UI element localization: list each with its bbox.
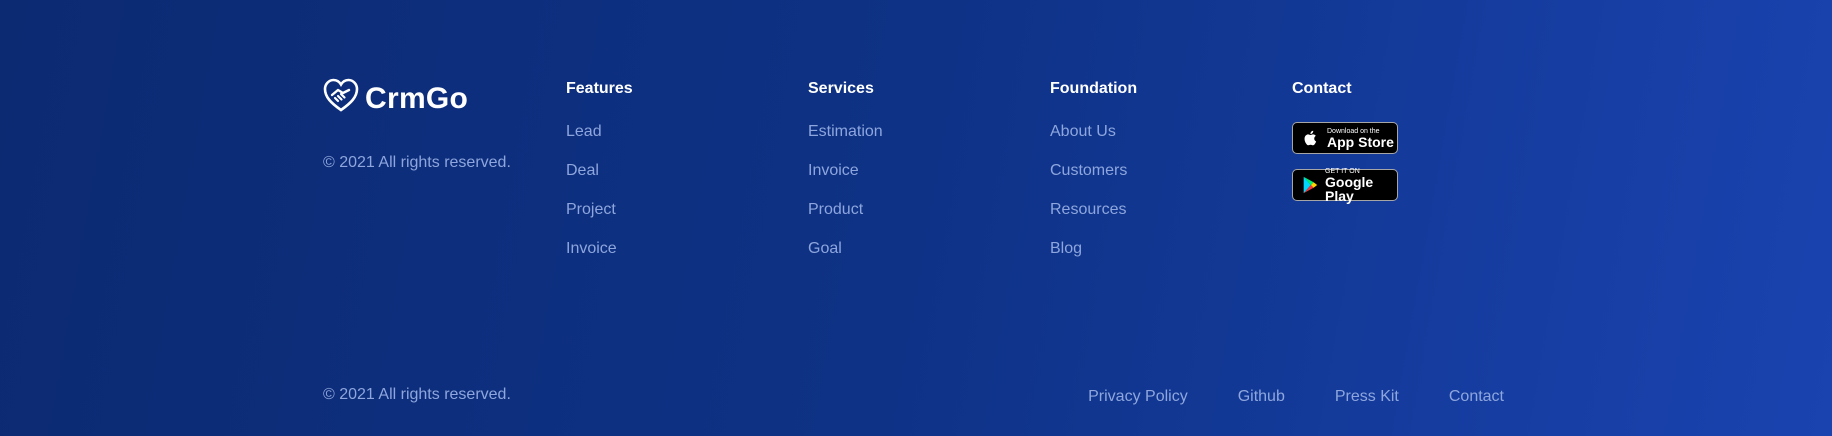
footer-copyright: © 2021 All rights reserved. [323, 386, 511, 403]
link-lead[interactable]: Lead [566, 122, 633, 142]
link-deal[interactable]: Deal [566, 161, 633, 181]
privacy-policy-link[interactable]: Privacy Policy [1088, 388, 1188, 406]
press-kit-link[interactable]: Press Kit [1335, 388, 1399, 406]
app-store-label: App Store [1327, 133, 1394, 150]
contact-column: Contact Download on the App Store GET IT… [1292, 80, 1398, 216]
link-invoice[interactable]: Invoice [566, 239, 633, 259]
app-store-button[interactable]: Download on the App Store [1292, 122, 1398, 154]
link-estimation[interactable]: Estimation [808, 122, 883, 142]
link-invoice[interactable]: Invoice [808, 161, 883, 181]
google-play-button[interactable]: GET IT ON Google Play [1292, 168, 1398, 204]
features-column: Features Lead Deal Project Invoice [566, 80, 633, 278]
footer-bottom-nav: Privacy Policy Github Press Kit Contact [1088, 388, 1504, 406]
link-goal[interactable]: Goal [808, 239, 883, 259]
github-link[interactable]: Github [1238, 388, 1285, 406]
brand-name: CrmGo [365, 81, 469, 115]
copyright-text: © 2021 All rights reserved. [323, 154, 511, 171]
contact-link[interactable]: Contact [1449, 388, 1504, 406]
link-resources[interactable]: Resources [1050, 200, 1137, 220]
link-about-us[interactable]: About Us [1050, 122, 1137, 142]
foundation-column: Foundation About Us Customers Resources … [1050, 80, 1137, 278]
google-play-icon [1301, 175, 1319, 195]
features-heading: Features [566, 80, 633, 97]
handshake-heart-icon [323, 78, 359, 119]
google-play-label: Google Play [1325, 173, 1374, 204]
apple-icon [1301, 128, 1321, 148]
link-project[interactable]: Project [566, 200, 633, 220]
foundation-heading: Foundation [1050, 80, 1138, 97]
services-column: Services Estimation Invoice Product Goal [808, 80, 883, 278]
link-customers[interactable]: Customers [1050, 161, 1137, 181]
brand-logo[interactable]: CrmGo [323, 78, 468, 119]
link-product[interactable]: Product [808, 200, 883, 220]
services-heading: Services [808, 80, 874, 97]
link-blog[interactable]: Blog [1050, 239, 1137, 259]
contact-heading: Contact [1292, 80, 1352, 97]
